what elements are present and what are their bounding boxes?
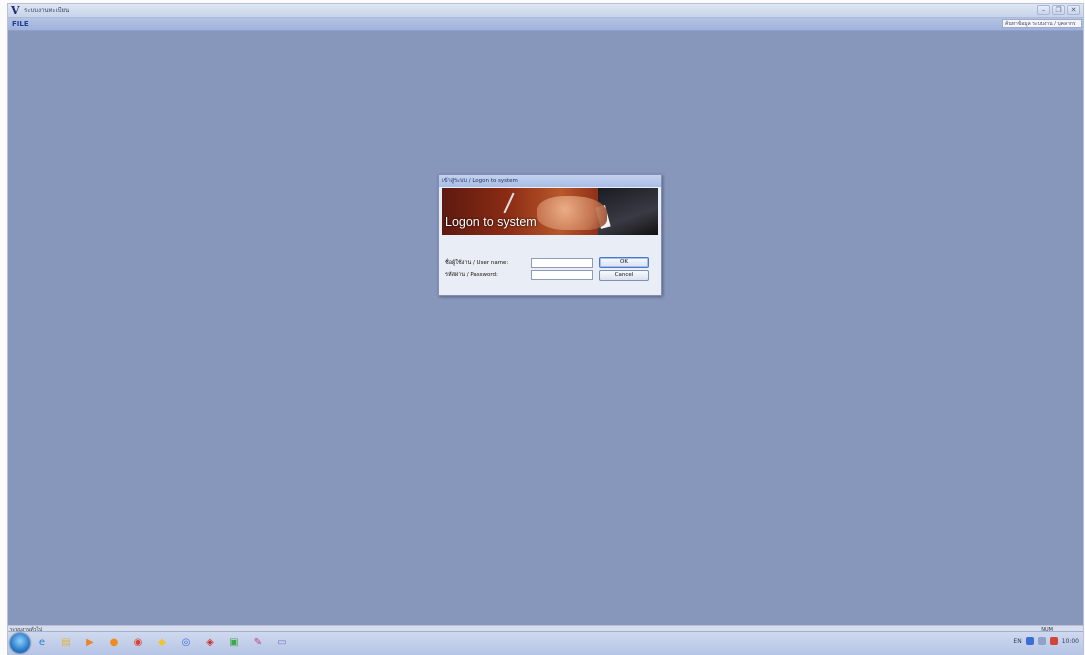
screen: V ระบบงานทะเบียน – ❐ ✕ FILE ค้นหาข้อมูล … [0,0,1085,655]
application-window: V ระบบงานทะเบียน – ❐ ✕ FILE ค้นหาข้อมูล … [8,4,1083,654]
app-yellow-icon[interactable]: ◆ [154,635,170,651]
taskbar-icons: e ▤ ▶ ● ◉ ◆ ◎ ◈ ▣ ✎ ▭ [34,635,290,651]
language-indicator[interactable]: EN [1013,638,1021,645]
app-logo: V [11,4,20,17]
login-banner-image: Logon to system [442,188,658,235]
app-pink-icon[interactable]: ✎ [250,635,266,651]
volume-icon[interactable] [1037,637,1046,645]
password-input[interactable] [531,270,593,280]
cancel-button[interactable]: Cancel [599,270,649,281]
username-row: ชื่อผู้ใช้งาน / User name: [445,258,593,269]
banner-pen [503,192,515,214]
maximize-button[interactable]: ❐ [1052,5,1065,15]
menu-file[interactable]: FILE [12,19,29,29]
close-button[interactable]: ✕ [1067,5,1080,15]
taskbar: e ▤ ▶ ● ◉ ◆ ◎ ◈ ▣ ✎ ▭ EN 10:00 [8,631,1083,655]
password-row: รหัสผ่าน / Password: [445,270,593,281]
ok-button[interactable]: OK [599,257,649,268]
login-dialog: เข้าสู่ระบบ / Logon to system Logon to s… [438,174,662,296]
title-bar: V ระบบงานทะเบียน – ❐ ✕ [8,4,1083,18]
app-green-icon[interactable]: ▣ [226,635,242,651]
app-orange-icon[interactable]: ● [106,635,122,651]
window-controls: – ❐ ✕ [1037,5,1080,15]
username-input[interactable] [531,258,593,268]
search-input[interactable]: ค้นหาข้อมูล ระบบงาน / บุคลากร [1002,19,1082,28]
explorer-icon[interactable]: ▤ [58,635,74,651]
minimize-button[interactable]: – [1037,5,1050,15]
media-player-icon[interactable]: ▶ [82,635,98,651]
chrome-icon[interactable]: ◉ [130,635,146,651]
clock[interactable]: 10:00 [1062,638,1079,645]
username-label: ชื่อผู้ใช้งาน / User name: [445,260,509,266]
dialog-title: เข้าสู่ระบบ / Logon to system [439,175,661,187]
network-icon[interactable] [1025,637,1034,645]
system-tray: EN 10:00 [1013,637,1079,645]
app-blue-icon[interactable]: ◎ [178,635,194,651]
ie-icon[interactable]: e [34,635,50,651]
app-red-icon[interactable]: ◈ [202,635,218,651]
workspace [8,31,1083,625]
password-label: รหัสผ่าน / Password: [445,272,498,278]
app-title: ระบบงานทะเบียน [24,7,70,14]
start-button[interactable] [10,633,30,653]
banner-text: Logon to system [445,215,537,229]
banner-hand [537,196,607,230]
banner-suit [598,188,658,235]
flag-icon[interactable] [1049,637,1058,645]
app-window-icon[interactable]: ▭ [274,635,290,651]
menu-bar: FILE ค้นหาข้อมูล ระบบงาน / บุคลากร [8,18,1083,31]
